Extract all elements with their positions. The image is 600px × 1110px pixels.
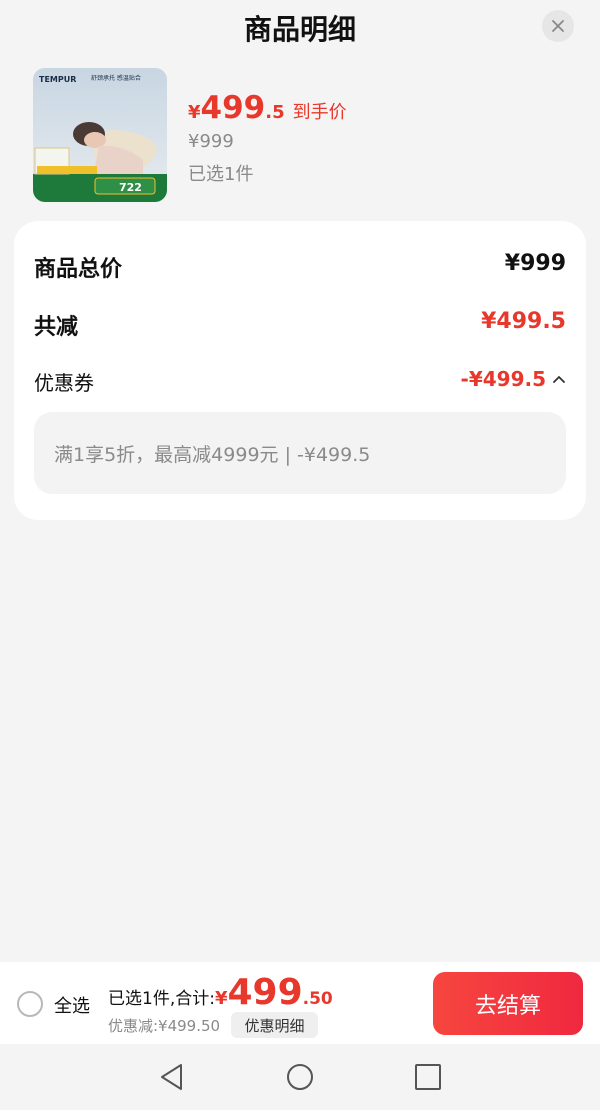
discount-detail-button[interactable]: 优惠明细 [231, 1012, 318, 1038]
coupon-detail-text: 满1享5折，最高减4999元 | -¥499.5 [54, 443, 371, 466]
back-triangle-icon [161, 1064, 182, 1090]
price-summary-card: 商品总价 ¥999 共减 ¥499.5 优惠券 -¥499.5 满1享5折，最高… [14, 221, 586, 520]
total-currency: ¥ [214, 988, 228, 1009]
header: 商品明细 [0, 0, 600, 52]
product-brand-text: TEMPUR [39, 75, 76, 84]
coupon-value: -¥499.5 [460, 367, 546, 391]
checkout-bar: 全选 已选1件,合计: ¥ 499 .50 优惠减:¥499.50 优惠明细 去… [0, 962, 600, 1044]
system-nav-bar [0, 1044, 600, 1110]
product-badge-price: 722 [119, 181, 142, 194]
total-price-label: 商品总价 [34, 257, 123, 282]
recent-apps-button[interactable] [413, 1062, 443, 1092]
price-currency: ¥ [188, 102, 201, 123]
recent-square-icon [415, 1064, 441, 1090]
close-button[interactable] [542, 10, 574, 42]
total-decimal: .50 [302, 989, 333, 1009]
back-button[interactable] [157, 1062, 187, 1092]
order-total: 已选1件,合计: ¥ 499 .50 [108, 972, 333, 1013]
coupon-detail-box: 满1享5折，最高减4999元 | -¥499.5 [34, 412, 566, 494]
product-caption-text: 舒颈承托 感温贴合 [91, 74, 141, 82]
total-reduce-value: ¥499.5 [481, 309, 566, 334]
chevron-up-icon [553, 376, 565, 383]
close-icon [552, 20, 564, 32]
home-button[interactable] [285, 1062, 315, 1092]
total-integer: 499 [227, 972, 303, 1013]
original-price: ¥999 [188, 131, 234, 152]
price-decimal: .5 [265, 102, 285, 123]
total-prefix: 已选1件,合计: [108, 989, 215, 1009]
coupon-label: 优惠券 [34, 371, 94, 395]
total-price-value: ¥999 [504, 251, 566, 276]
price-integer: 499 [200, 90, 266, 126]
home-circle-icon [287, 1064, 313, 1090]
product-image[interactable]: TEMPUR 舒颈承托 感温贴合 722 [33, 68, 167, 202]
price-tag: 到手价 [292, 102, 347, 123]
final-price: ¥ 499 .5 到手价 [188, 90, 347, 126]
page-title: 商品明细 [243, 13, 356, 46]
select-all-checkbox[interactable] [17, 991, 43, 1017]
selected-count: 已选1件 [188, 164, 254, 185]
select-all-label[interactable]: 全选 [54, 992, 90, 1018]
discount-text: 优惠减:¥499.50 [108, 1017, 221, 1035]
coupon-toggle[interactable]: -¥499.5 [461, 367, 566, 391]
checkout-button[interactable]: 去结算 [433, 972, 583, 1035]
total-reduce-label: 共减 [34, 315, 79, 340]
